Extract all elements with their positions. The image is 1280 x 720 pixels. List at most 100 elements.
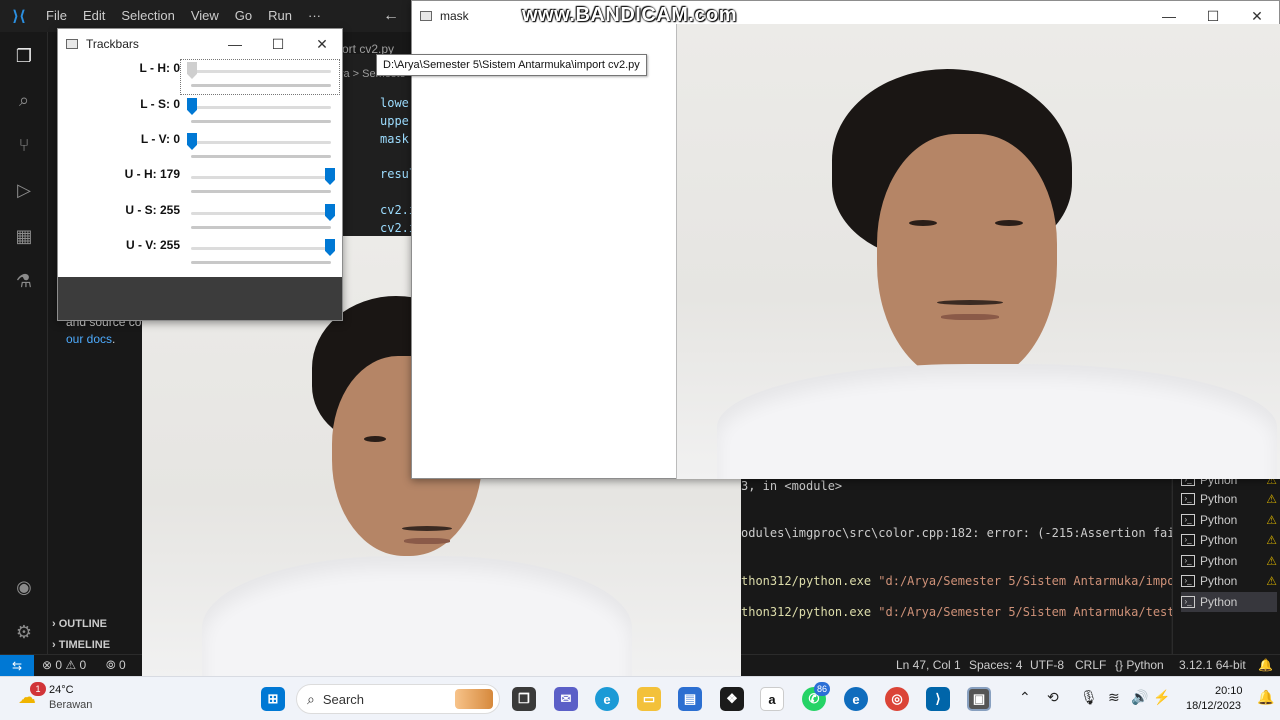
slider-track-lv[interactable] — [191, 141, 331, 144]
terminal-instance-list: ›_ Python ⚠ ›_ Python ⚠ ›_ Python ⚠ ›_ Python ⚠ … — [1172, 473, 1280, 654]
trackbars-panel: L - H: 0 L - S: 0 L - V: 0 U - H: 179 U … — [58, 59, 342, 277]
slider-track-ls[interactable] — [191, 106, 331, 109]
microphone-icon[interactable]: 🎙 — [1080, 689, 1098, 706]
search-icon[interactable]: ⌕ — [12, 88, 36, 112]
remote-indicator-icon[interactable]: ⇆ — [0, 655, 34, 677]
slider-track-uv[interactable] — [191, 247, 331, 250]
edge-browser-icon[interactable]: e — [595, 687, 619, 711]
settings-gear-icon[interactable]: ⚙ — [12, 620, 36, 644]
indentation[interactable]: Spaces: 4 — [969, 658, 1022, 672]
activity-bar: ❐ ⌕ ⑂ ▷ ▦ ⚗ ◉ ⚙ — [0, 32, 48, 654]
clock-date[interactable]: 18/12/2023 — [1186, 700, 1241, 712]
sync-icon[interactable]: ⟲ — [1047, 689, 1059, 706]
taskbar-search[interactable]: ⌕ Search — [296, 684, 500, 714]
notifications-icon[interactable]: 🔔 — [1258, 658, 1273, 672]
task-view-icon[interactable]: ❐ — [512, 687, 536, 711]
teams-chat-icon[interactable]: ✉ — [554, 687, 578, 711]
warning-icon: ⚠ — [1266, 574, 1277, 588]
python-interpreter[interactable]: 3.12.1 64-bit — [1179, 658, 1246, 672]
cursor-position[interactable]: Ln 47, Col 1 — [896, 658, 961, 672]
slider-ticks — [191, 84, 331, 87]
back-arrow-icon[interactable]: ← — [375, 0, 407, 32]
problems-status[interactable]: ⊗ 0 ⚠ 0 — [42, 658, 86, 672]
trackbars-titlebar[interactable]: Trackbars — ☐ ✕ — [58, 29, 342, 59]
slider-track-lh[interactable] — [191, 70, 331, 73]
terminal-instance-label: Python — [1200, 595, 1238, 609]
terminal-instance-label: Python — [1200, 533, 1238, 547]
slider-label-us: U - S: 255 — [125, 203, 180, 217]
terminal-instance[interactable]: ›_ Python ⚠ — [1181, 510, 1277, 530]
shirt — [717, 364, 1277, 479]
vscode-taskbar-icon[interactable]: ⟩ — [926, 687, 950, 711]
chrome-icon[interactable]: ◎ — [885, 687, 909, 711]
slider-thumb-uh[interactable] — [325, 168, 335, 185]
trackbars-window: Trackbars — ☐ ✕ L - H: 0 L - S: 0 L - V:… — [57, 28, 343, 321]
explorer-icon[interactable]: ❐ — [12, 44, 36, 68]
amazon-icon[interactable]: a — [760, 687, 784, 711]
terminal-instance[interactable]: ›_ Python ⚠ — [1181, 489, 1277, 509]
editor-tab[interactable]: ort cv2.py — [342, 32, 412, 56]
language-mode[interactable]: {} Python — [1115, 658, 1164, 672]
eye — [364, 436, 386, 442]
terminal-instance-label: Python — [1200, 574, 1238, 588]
docs-link-suffix: . — [112, 332, 116, 346]
ports-status[interactable]: ⦾ 0 — [106, 658, 126, 673]
slider-label-ls: L - S: 0 — [140, 97, 180, 111]
start-windows-icon[interactable]: ⊞ — [261, 687, 285, 711]
slider-thumb-uv[interactable] — [325, 239, 335, 256]
microsoft-store-icon[interactable]: ▤ — [678, 687, 702, 711]
terminal-instance[interactable]: ›_ Python ⚠ — [1181, 551, 1277, 571]
terminal-instance[interactable]: ›_ Python ⚠ — [1181, 571, 1277, 591]
terminal-instance[interactable]: ›_ Python ⚠ — [1181, 530, 1277, 550]
terminal-icon: ›_ — [1181, 555, 1195, 567]
account-icon[interactable]: ◉ — [12, 575, 36, 599]
clock-time[interactable]: 20:10 — [1215, 685, 1243, 697]
terminal-panel[interactable]: 3, in <module> odules\imgproc\src\color.… — [741, 479, 1189, 654]
outline-section[interactable]: › OUTLINE — [52, 618, 107, 630]
show-hidden-icons[interactable]: ⌃ — [1019, 689, 1031, 706]
extensions-icon[interactable]: ▦ — [12, 224, 36, 248]
weather-badge: 1 — [30, 682, 46, 696]
slider-ticks — [191, 120, 331, 123]
timeline-section[interactable]: › TIMELINE — [52, 639, 110, 651]
slider-thumb-lv[interactable] — [187, 133, 197, 150]
terminal-cmd: thon312/python.exe — [741, 605, 879, 619]
slider-thumb-ls[interactable] — [187, 98, 197, 115]
focus-rect — [180, 59, 340, 95]
slider-label-lv: L - V: 0 — [140, 132, 180, 146]
battery-icon[interactable]: ⚡ — [1153, 689, 1170, 706]
language-label: Python — [1126, 658, 1164, 672]
docs-link[interactable]: our docs — [66, 332, 112, 346]
slider-track-us[interactable] — [191, 212, 331, 215]
close-icon[interactable]: ✕ — [300, 29, 344, 59]
python-window-icon[interactable]: ▣ — [967, 687, 991, 711]
shirt — [202, 556, 632, 676]
source-control-icon[interactable]: ⑂ — [12, 133, 36, 157]
minimize-icon[interactable]: — — [213, 29, 257, 59]
mouth — [404, 538, 450, 544]
weather-desc: Berawan — [49, 699, 93, 711]
dropbox-icon[interactable]: ❖ — [720, 687, 744, 711]
notification-center-icon[interactable]: 🔔 — [1257, 689, 1274, 706]
slider-thumb-us[interactable] — [325, 204, 335, 221]
testing-icon[interactable]: ⚗ — [12, 269, 36, 293]
file-explorer-icon[interactable]: ▭ — [637, 687, 661, 711]
slider-label-lh: L - H: 0 — [139, 61, 180, 75]
terminal-line: odules\imgproc\src\color.cpp:182: error:… — [741, 526, 1189, 540]
volume-icon[interactable]: 🔊 — [1131, 689, 1148, 706]
wifi-icon[interactable]: ≋ — [1108, 689, 1120, 706]
terminal-icon: ›_ — [1181, 493, 1195, 505]
line-ending[interactable]: CRLF — [1075, 658, 1106, 672]
terminal-line: 3, in <module> — [741, 479, 843, 493]
mask-image — [412, 31, 676, 478]
maximize-icon[interactable]: ☐ — [256, 29, 300, 59]
terminal-icon: ›_ — [1181, 534, 1195, 546]
trackbars-title: Trackbars — [86, 37, 139, 51]
encoding[interactable]: UTF-8 — [1030, 658, 1064, 672]
editor-code[interactable]: lower upper mask resul cv2.i cv2.i — [342, 90, 416, 240]
edge-profile-icon[interactable]: e — [844, 687, 868, 711]
terminal-instance-active[interactable]: ›_ Python — [1181, 592, 1277, 612]
weather-temp[interactable]: 24°C — [49, 684, 74, 696]
run-debug-icon[interactable]: ▷ — [12, 178, 36, 202]
slider-track-uh[interactable] — [191, 176, 331, 179]
